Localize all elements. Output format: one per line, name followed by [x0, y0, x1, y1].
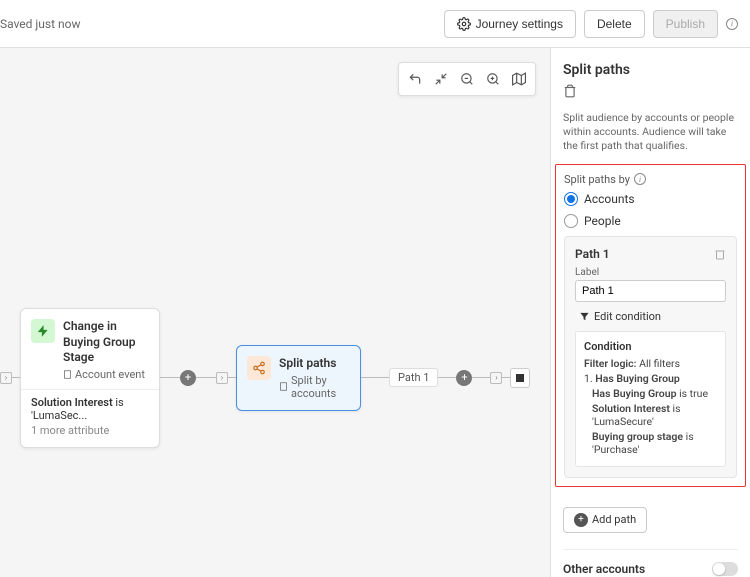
plus-icon: + [574, 513, 588, 527]
split-icon [247, 356, 271, 380]
add-path-button[interactable]: + Add path [563, 507, 647, 533]
add-node-button[interactable]: + [180, 370, 196, 386]
connector [472, 377, 490, 378]
connector [12, 377, 20, 378]
path-card: Path 1 Label Edit condition Condition Fi… [564, 236, 737, 478]
journey-settings-button[interactable]: Journey settings [444, 10, 576, 38]
connector [228, 377, 236, 378]
node-split-paths[interactable]: Split paths Split by accounts [236, 345, 361, 411]
condition-rule: 1. Has Buying Group [584, 372, 717, 385]
condition-rule: Buying group stage is 'Purchase' [592, 430, 717, 456]
zoom-out-icon[interactable] [455, 67, 479, 91]
delete-path-button[interactable] [714, 248, 726, 260]
gear-icon [457, 17, 471, 31]
info-icon[interactable]: i [634, 173, 646, 185]
highlight-box: Split paths by i Accounts People Path 1 … [555, 164, 746, 487]
connector [361, 377, 389, 378]
radio-icon [564, 214, 578, 228]
condition-rule: Has Buying Group is true [592, 387, 717, 400]
sidebar-title: Split paths [563, 62, 738, 78]
stop-icon [516, 374, 524, 382]
lightning-icon [31, 319, 55, 343]
split-by-label: Split paths by i [564, 173, 737, 186]
condition-title: Condition [584, 340, 717, 353]
radio-people[interactable]: People [564, 214, 737, 228]
node-attribute: Solution Interest is 'LumaSec... [31, 396, 149, 422]
other-accounts-title: Other accounts [563, 562, 645, 576]
other-accounts-toggle[interactable] [712, 562, 738, 576]
edit-condition-button[interactable]: Edit condition [579, 310, 726, 323]
canvas-toolbar [398, 62, 536, 96]
connector [438, 377, 456, 378]
save-status: Saved just now [0, 17, 80, 31]
building-icon [63, 370, 72, 379]
add-node-button[interactable]: + [456, 370, 472, 386]
label-label: Label [575, 267, 726, 278]
delete-button[interactable]: Delete [584, 10, 645, 38]
zoom-in-icon[interactable] [481, 67, 505, 91]
flow-start-icon: › [0, 372, 12, 384]
map-icon[interactable] [507, 67, 531, 91]
filter-icon [579, 311, 590, 322]
chevron-icon: › [216, 372, 228, 384]
canvas[interactable]: › Change in Buying Group Stage Account e… [0, 48, 550, 577]
node-title: Split paths [279, 356, 350, 372]
node-subtitle: Split by accounts [279, 374, 350, 400]
connector [502, 377, 510, 378]
info-icon[interactable]: i [726, 18, 738, 30]
collapse-icon[interactable] [429, 67, 453, 91]
node-title: Change in Buying Group Stage [63, 319, 149, 366]
building-icon [279, 382, 288, 391]
publish-button[interactable]: Publish [653, 10, 718, 38]
radio-accounts[interactable]: Accounts [564, 192, 737, 206]
condition-rule: Solution Interest is 'LumaSecure' [592, 402, 717, 428]
divider [563, 549, 738, 550]
filter-logic: Filter logic: All filters [584, 357, 717, 370]
connector [196, 377, 216, 378]
topbar: Saved just now Journey settings Delete P… [0, 0, 750, 48]
radio-icon [564, 192, 578, 206]
path-title: Path 1 [575, 247, 610, 261]
other-accounts-header: Other accounts [563, 562, 738, 576]
node-subtitle: Account event [63, 368, 149, 381]
path-label-input[interactable] [575, 280, 726, 302]
end-node[interactable] [510, 368, 530, 388]
delete-node-button[interactable] [563, 84, 577, 98]
sidebar-description: Split audience by accounts or people wit… [563, 111, 738, 154]
undo-icon[interactable] [403, 67, 427, 91]
chevron-icon: › [490, 372, 502, 384]
node-more-attributes: 1 more attribute [31, 424, 149, 437]
flow: › Change in Buying Group Stage Account e… [0, 308, 530, 448]
topbar-actions: Journey settings Delete Publish i [444, 10, 738, 38]
main: › Change in Buying Group Stage Account e… [0, 48, 750, 577]
connector [160, 377, 180, 378]
path-label[interactable]: Path 1 [389, 368, 438, 387]
condition-box: Condition Filter logic: All filters 1. H… [575, 331, 726, 467]
node-change-buying-group[interactable]: Change in Buying Group Stage Account eve… [20, 308, 160, 448]
sidebar: Split paths Split audience by accounts o… [550, 48, 750, 577]
